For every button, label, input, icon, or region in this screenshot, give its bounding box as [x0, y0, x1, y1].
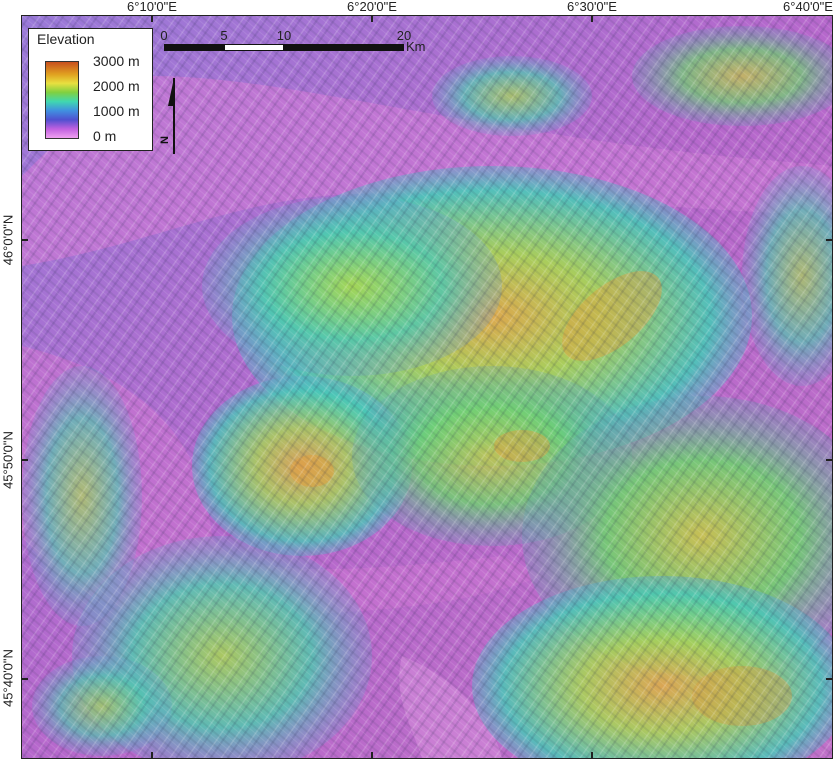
tick-mark	[371, 16, 373, 22]
latitude-label: 46°0'0"N	[0, 210, 16, 270]
north-label: N	[158, 136, 171, 144]
latitude-label: 45°40'0"N	[0, 648, 16, 708]
scale-segment	[224, 44, 284, 51]
legend-value: 2000 m	[93, 78, 140, 94]
elevation-legend: Elevation 3000 m 2000 m 1000 m 0 m	[28, 28, 153, 151]
tick-mark	[591, 16, 593, 22]
tick-mark	[591, 752, 593, 758]
latitude-label-text: 45°50'0"N	[0, 431, 16, 489]
scale-tick-label: 0	[160, 28, 168, 43]
tick-mark	[371, 752, 373, 758]
scale-segment	[284, 44, 404, 51]
legend-title: Elevation	[37, 31, 95, 47]
longitude-label: 6°20'0"E	[347, 0, 397, 14]
latitude-label: 45°50'0"N	[0, 430, 16, 490]
scale-bar: 0 5 10 20 Km	[160, 28, 450, 68]
scale-segment	[164, 44, 224, 51]
legend-value: 0 m	[93, 128, 117, 144]
latitude-label-text: 46°0'0"N	[0, 214, 16, 266]
north-arrow: N	[158, 76, 182, 156]
tick-mark	[22, 239, 28, 241]
scale-unit: Km	[406, 39, 426, 54]
tick-mark	[826, 459, 832, 461]
tick-mark	[826, 239, 832, 241]
scale-tick-label: 5	[220, 28, 228, 43]
tick-mark	[22, 678, 28, 680]
longitude-label: 6°10'0"E	[127, 0, 177, 14]
legend-value: 3000 m	[93, 53, 140, 69]
latitude-label-text: 45°40'0"N	[0, 649, 16, 707]
tick-mark	[22, 459, 28, 461]
tick-mark	[151, 16, 153, 22]
legend-value: 1000 m	[93, 103, 140, 119]
longitude-label: 6°40'0"E	[783, 0, 833, 14]
tick-mark	[151, 752, 153, 758]
tick-mark	[826, 678, 832, 680]
legend-color-ramp	[45, 61, 79, 139]
longitude-label: 6°30'0"E	[567, 0, 617, 14]
scale-tick-label: 10	[276, 28, 292, 43]
north-arrow-icon	[168, 78, 175, 154]
